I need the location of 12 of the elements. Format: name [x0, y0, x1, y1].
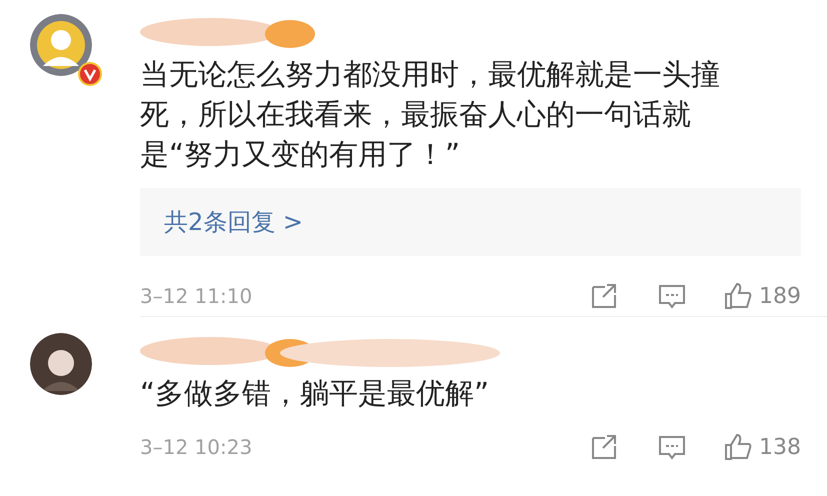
- comment-text: “多做多错，躺平是最优解”: [140, 375, 490, 412]
- comment-time: 3–12 11:10: [140, 283, 254, 310]
- like-icon[interactable]: [723, 281, 753, 311]
- replies-link[interactable]: 共2条回复 >: [140, 188, 801, 256]
- comment-text: 当无论怎么努力都没用时，最优解就是一头撞死，所以在我看来，最振奋人心的一句话就是“努力又变的有用了！”: [140, 56, 721, 173]
- like-icon[interactable]: [723, 432, 753, 462]
- avatar-icon[interactable]: [30, 333, 92, 395]
- share-icon[interactable]: [589, 432, 619, 462]
- like-count: 138: [759, 434, 801, 462]
- share-icon[interactable]: [589, 281, 619, 311]
- comment-time: 3–12 10:23: [140, 434, 254, 461]
- like-count: 189: [759, 282, 801, 310]
